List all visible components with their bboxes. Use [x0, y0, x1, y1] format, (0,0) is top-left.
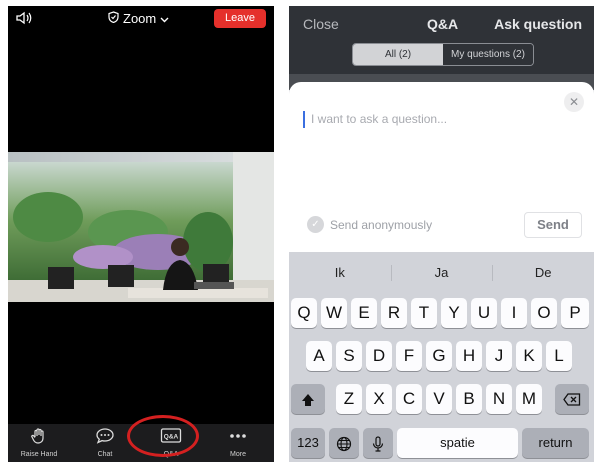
key[interactable]: K [516, 341, 542, 371]
checkmark-icon: ✓ [307, 216, 324, 233]
qa-screen: Close Q&A Ask question All (2) My questi… [289, 6, 594, 462]
suggestion[interactable]: De [492, 256, 594, 290]
shield-icon [108, 11, 119, 26]
key[interactable]: L [546, 341, 572, 371]
key[interactable]: Y [441, 298, 467, 328]
question-input[interactable]: I want to ask a question... [311, 112, 447, 126]
key[interactable]: D [366, 341, 392, 371]
key[interactable]: W [321, 298, 347, 328]
toolbar-label: More [230, 451, 246, 458]
close-button[interactable]: Close [303, 16, 339, 32]
highlight-circle [127, 415, 199, 457]
meeting-top-bar: Zoom Leave [8, 6, 274, 32]
send-anonymously-toggle[interactable]: ✓ Send anonymously [307, 216, 432, 233]
leave-button[interactable]: Leave [214, 9, 266, 28]
tab-all[interactable]: All (2) [353, 44, 443, 65]
suggestion[interactable]: Ja [390, 256, 493, 290]
key[interactable]: I [501, 298, 527, 328]
key[interactable]: F [396, 341, 422, 371]
chat-icon [95, 428, 115, 449]
key[interactable]: R [381, 298, 407, 328]
key[interactable]: E [351, 298, 377, 328]
key[interactable]: X [366, 384, 392, 414]
key[interactable]: B [456, 384, 482, 414]
qa-header: Close Q&A Ask question All (2) My questi… [289, 6, 594, 74]
suggestion[interactable]: Ik [289, 256, 391, 290]
tab-my-questions[interactable]: My questions (2) [443, 44, 533, 65]
globe-key[interactable] [329, 428, 359, 458]
toolbar-label: Chat [97, 451, 113, 458]
key[interactable]: U [471, 298, 497, 328]
more-icon [228, 432, 248, 449]
key[interactable]: T [411, 298, 437, 328]
keyboard-suggestions: Ik Ja De [289, 256, 594, 290]
toolbar-label: Raise Hand [20, 451, 58, 458]
speaker-icon[interactable] [16, 11, 32, 30]
key[interactable]: M [516, 384, 542, 414]
ask-question-button[interactable]: Ask question [494, 16, 582, 32]
qa-tabs: All (2) My questions (2) [352, 43, 534, 66]
return-key[interactable]: return [522, 428, 589, 458]
meeting-title-text: Zoom [123, 11, 157, 26]
hand-icon [30, 428, 48, 449]
zoom-meeting-screen: Zoom Leave Raise Hand Chat Q&A Q&A More [8, 6, 274, 462]
key[interactable]: G [426, 341, 452, 371]
key[interactable]: V [426, 384, 452, 414]
key[interactable]: Z [336, 384, 362, 414]
text-caret [303, 111, 305, 128]
toolbar-more[interactable]: More [213, 427, 263, 458]
key[interactable]: H [456, 341, 482, 371]
send-button[interactable]: Send [524, 212, 582, 238]
backspace-icon [563, 389, 581, 408]
backspace-key[interactable] [555, 384, 589, 414]
video-scene [8, 152, 274, 302]
key[interactable]: P [561, 298, 589, 328]
chevron-down-icon [160, 11, 169, 26]
close-icon[interactable]: ✕ [564, 92, 584, 112]
key[interactable]: Q [291, 298, 317, 328]
key[interactable]: O [531, 298, 557, 328]
globe-icon [336, 433, 352, 452]
meeting-title[interactable]: Zoom [108, 11, 169, 26]
send-anonymously-label: Send anonymously [330, 217, 433, 232]
toolbar-chat[interactable]: Chat [80, 427, 130, 458]
shift-key[interactable] [291, 384, 325, 414]
key[interactable]: N [486, 384, 512, 414]
shift-icon [301, 389, 315, 408]
toolbar-raise-hand[interactable]: Raise Hand [14, 427, 64, 458]
key[interactable]: A [306, 341, 332, 371]
key[interactable]: J [486, 341, 512, 371]
key[interactable]: S [336, 341, 362, 371]
video-feed [8, 152, 274, 302]
microphone-icon [372, 433, 384, 452]
qa-title: Q&A [427, 16, 459, 32]
key[interactable]: C [396, 384, 422, 414]
microphone-key[interactable] [363, 428, 393, 458]
numbers-key[interactable]: 123 [291, 428, 325, 458]
space-key[interactable]: spatie [397, 428, 518, 458]
